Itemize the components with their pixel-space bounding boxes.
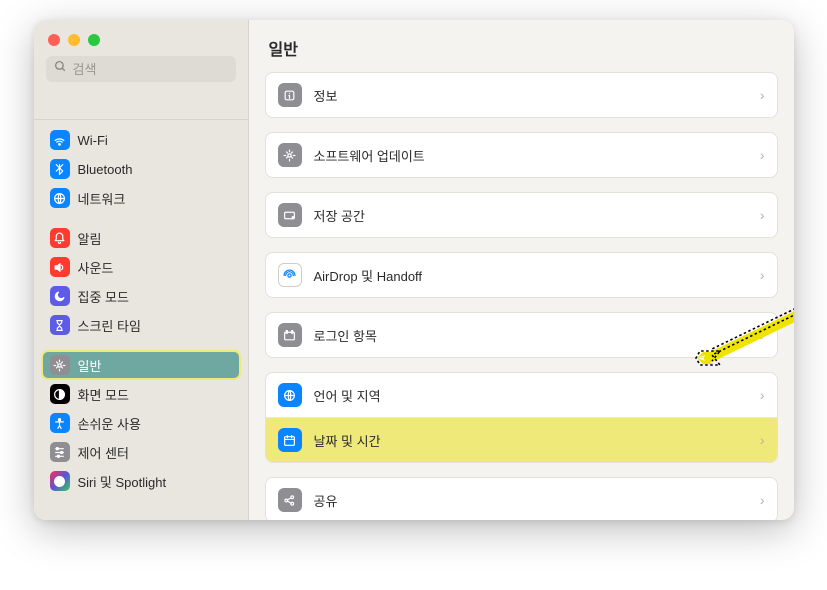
bell-icon	[50, 228, 70, 248]
sidebar-item-siri[interactable]: Siri 및 Spotlight	[42, 467, 240, 495]
window-controls	[34, 20, 248, 56]
sidebar-item-screentime[interactable]: 스크린 타임	[42, 311, 240, 339]
settings-row-login-items[interactable]: 로그인 항목 ›	[266, 313, 777, 357]
chevron-right-icon: ›	[760, 267, 765, 283]
settings-window: Wi-FiBluetooth네트워크알림사운드집중 모드스크린 타임일반화면 모…	[34, 20, 794, 520]
sidebar-item-label: 손쉬운 사용	[78, 414, 141, 433]
sidebar-item-focus[interactable]: 집중 모드	[42, 282, 240, 310]
settings-group: 언어 및 지역 › 날짜 및 시간 ›	[265, 372, 778, 463]
settings-row-label: 날짜 및 시간	[314, 431, 748, 450]
sidebar-item-label: 사운드	[78, 258, 114, 277]
page-title: 일반	[249, 20, 794, 72]
settings-group: 로그인 항목 ›	[265, 312, 778, 358]
globe-icon	[278, 383, 302, 407]
moon-icon	[50, 286, 70, 306]
sidebar-item-label: Wi-Fi	[78, 133, 108, 148]
sliders-icon	[50, 442, 70, 462]
gear-icon	[50, 355, 70, 375]
gear-icon	[278, 143, 302, 167]
sidebar-item-label: 네트워크	[78, 189, 126, 208]
sidebar-item-sound[interactable]: 사운드	[42, 253, 240, 281]
chevron-right-icon: ›	[760, 492, 765, 508]
hourglass-icon	[50, 315, 70, 335]
search-icon	[54, 60, 67, 78]
settings-row-label: AirDrop 및 Handoff	[314, 266, 748, 285]
settings-row-label: 저장 공간	[314, 206, 748, 225]
chevron-right-icon: ›	[760, 327, 765, 343]
chevron-right-icon: ›	[760, 387, 765, 403]
sidebar-item-appearance[interactable]: 화면 모드	[42, 380, 240, 408]
search-field[interactable]	[46, 56, 236, 82]
sidebar-item-notifications[interactable]: 알림	[42, 224, 240, 252]
sidebar-item-label: Bluetooth	[78, 162, 133, 177]
calendar-icon	[278, 428, 302, 452]
access-icon	[50, 413, 70, 433]
sidebar: Wi-Fi Bluetooth 네트워크알림사운드집중 모드스크린 타임일반화면 모…	[34, 20, 249, 520]
sidebar-item-label: 스크린 타임	[78, 316, 141, 335]
settings-row-airdrop[interactable]: AirDrop 및 Handoff ›	[266, 253, 777, 297]
sidebar-item-accessibility[interactable]: 손쉬운 사용	[42, 409, 240, 437]
search-container	[34, 56, 248, 92]
settings-row-label: 정보	[314, 86, 748, 105]
siri-icon	[50, 471, 70, 491]
sidebar-item-wifi[interactable]: Wi-Fi	[42, 126, 240, 154]
settings-group: 소프트웨어 업데이트 ›	[265, 132, 778, 178]
settings-row-datetime[interactable]: 날짜 및 시간 ›	[266, 418, 777, 462]
login-icon	[278, 323, 302, 347]
sidebar-item-label: 집중 모드	[78, 287, 129, 306]
settings-row-about[interactable]: 정보 ›	[266, 73, 777, 117]
contrast-icon	[50, 384, 70, 404]
settings-group: 공유 ›	[265, 477, 778, 520]
fullscreen-button[interactable]	[88, 34, 100, 46]
settings-group: AirDrop 및 Handoff ›	[265, 252, 778, 298]
settings-row-software-update[interactable]: 소프트웨어 업데이트 ›	[266, 133, 777, 177]
chevron-right-icon: ›	[760, 432, 765, 448]
sidebar-item-general[interactable]: 일반	[42, 351, 240, 379]
sidebar-item-label: 화면 모드	[78, 385, 129, 404]
share-icon	[278, 488, 302, 512]
content-area: 정보›소프트웨어 업데이트›저장 공간›AirDrop 및 Handoff›로그…	[249, 72, 794, 520]
sidebar-nav: Wi-Fi Bluetooth 네트워크알림사운드집중 모드스크린 타임일반화면 모…	[34, 126, 248, 520]
settings-group: 정보 ›	[265, 72, 778, 118]
sidebar-item-controlcenter[interactable]: 제어 센터	[42, 438, 240, 466]
sidebar-item-label: 알림	[78, 229, 102, 248]
sidebar-item-label: Siri 및 Spotlight	[78, 472, 167, 491]
main-panel: 일반 정보›소프트웨어 업데이트›저장 공간›AirDrop 및 Handoff…	[249, 20, 794, 520]
close-button[interactable]	[48, 34, 60, 46]
settings-group: 저장 공간 ›	[265, 192, 778, 238]
settings-row-label: 언어 및 지역	[314, 386, 748, 405]
settings-row-label: 소프트웨어 업데이트	[314, 146, 748, 165]
disk-icon	[278, 203, 302, 227]
sidebar-item-bluetooth[interactable]: Bluetooth	[42, 155, 240, 183]
settings-row-language[interactable]: 언어 및 지역 ›	[266, 373, 777, 418]
speaker-icon	[50, 257, 70, 277]
sidebar-item-network[interactable]: 네트워크	[42, 184, 240, 212]
wifi-icon	[50, 130, 70, 150]
settings-row-label: 공유	[314, 491, 748, 510]
user-account-row[interactable]	[34, 92, 248, 120]
chevron-right-icon: ›	[760, 87, 765, 103]
sidebar-item-label: 제어 센터	[78, 443, 129, 462]
bt-icon	[50, 159, 70, 179]
settings-row-label: 로그인 항목	[314, 326, 748, 345]
minimize-button[interactable]	[68, 34, 80, 46]
settings-row-sharing[interactable]: 공유 ›	[266, 478, 777, 520]
chevron-right-icon: ›	[760, 147, 765, 163]
info-icon	[278, 83, 302, 107]
globe-icon	[50, 188, 70, 208]
settings-row-storage[interactable]: 저장 공간 ›	[266, 193, 777, 237]
sidebar-item-label: 일반	[78, 356, 102, 375]
airdrop-icon	[278, 263, 302, 287]
chevron-right-icon: ›	[760, 207, 765, 223]
search-input[interactable]	[73, 62, 249, 77]
